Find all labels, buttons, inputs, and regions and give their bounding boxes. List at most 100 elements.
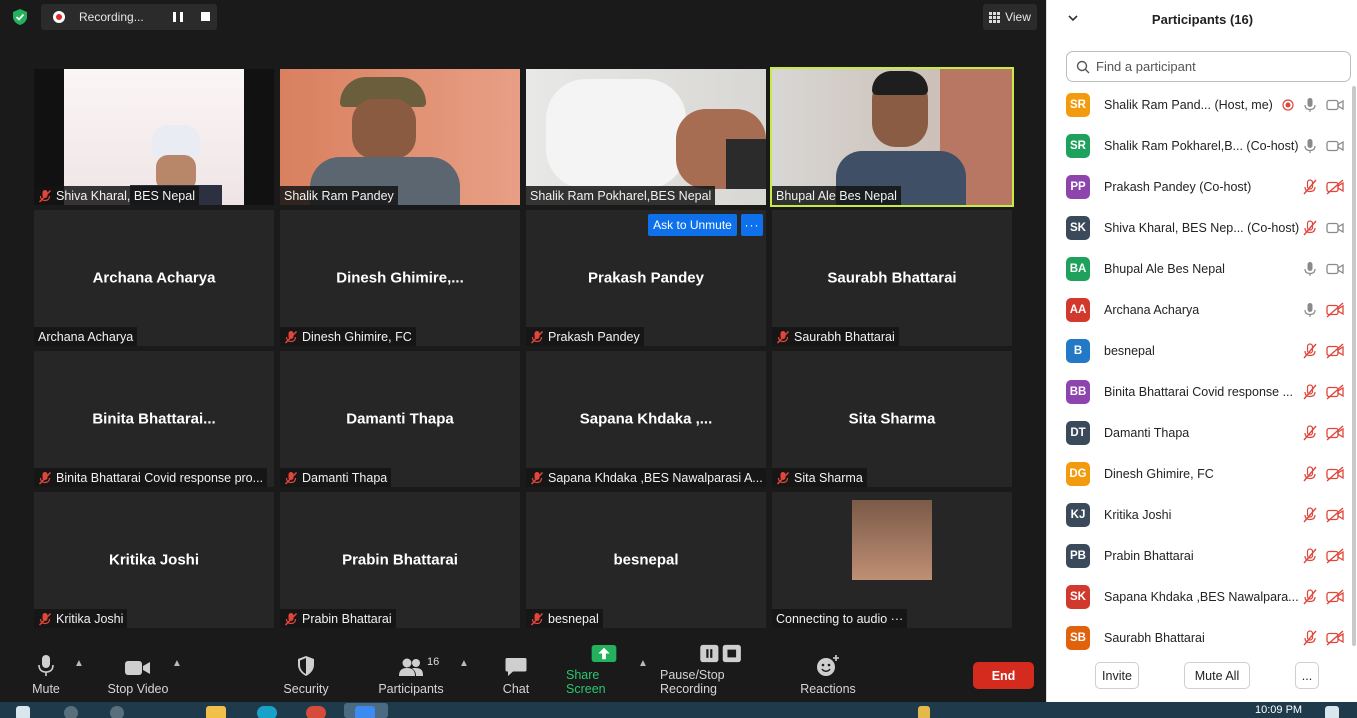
microphone-muted-icon[interactable] bbox=[1302, 343, 1318, 359]
video-tile[interactable]: Shiva Kharal, BES Nepal bbox=[34, 69, 274, 205]
participant-row[interactable]: KJ Kritika Joshi bbox=[1047, 494, 1357, 535]
edge-browser-icon[interactable] bbox=[257, 706, 277, 718]
recording-status-icon[interactable] bbox=[1282, 99, 1294, 111]
participant-row[interactable]: SR Shalik Ram Pokharel,B... (Co-host) bbox=[1047, 125, 1357, 166]
video-options-caret-icon[interactable]: ▲ bbox=[172, 658, 182, 669]
video-camera-icon[interactable] bbox=[1326, 220, 1344, 236]
microphone-muted-icon[interactable] bbox=[1302, 548, 1318, 564]
tile-participant-name: Saurabh Bhattarai bbox=[827, 269, 957, 287]
search-taskbar-icon[interactable] bbox=[64, 706, 78, 718]
video-off-icon[interactable] bbox=[1326, 589, 1344, 605]
video-tile[interactable]: Archana Acharya Archana Acharya bbox=[34, 210, 274, 346]
participant-video-frame bbox=[852, 500, 932, 580]
video-camera-icon[interactable] bbox=[1326, 97, 1344, 113]
participant-list-scrollbar[interactable] bbox=[1352, 86, 1356, 646]
participants-button[interactable]: Participants bbox=[378, 644, 444, 702]
microphone-muted-icon[interactable] bbox=[1302, 384, 1318, 400]
security-button[interactable]: Security bbox=[280, 644, 332, 702]
chat-button[interactable]: Chat bbox=[496, 644, 536, 702]
participant-row[interactable]: AA Archana Acharya bbox=[1047, 289, 1357, 330]
microphone-icon[interactable] bbox=[1302, 97, 1318, 113]
microphone-muted-icon[interactable] bbox=[1302, 589, 1318, 605]
file-explorer-icon[interactable] bbox=[206, 706, 226, 718]
video-tile[interactable]: Damanti Thapa Damanti Thapa bbox=[280, 351, 520, 487]
microphone-muted-icon[interactable] bbox=[1302, 220, 1318, 236]
microphone-icon[interactable] bbox=[1302, 302, 1318, 318]
participant-row[interactable]: SR Shalik Ram Pand... (Host, me) bbox=[1047, 84, 1357, 125]
video-tile[interactable]: Prabin Bhattarai Prabin Bhattarai bbox=[280, 492, 520, 628]
participant-row[interactable]: DG Dinesh Ghimire, FC bbox=[1047, 453, 1357, 494]
video-tile[interactable]: Sapana Khdaka ,... Sapana Khdaka ,BES Naw… bbox=[526, 351, 766, 487]
panel-more-button[interactable]: ... bbox=[1295, 662, 1319, 689]
share-options-caret-icon[interactable]: ▲ bbox=[638, 658, 648, 669]
microphone-muted-icon[interactable] bbox=[1302, 179, 1318, 195]
stop-video-button[interactable]: Stop Video bbox=[104, 644, 172, 702]
video-tile[interactable]: Shalik Ram Pokharel,BES Nepal bbox=[526, 69, 766, 205]
participant-name: Bhupal Ale Bes Nepal bbox=[1104, 261, 1225, 276]
mute-options-caret-icon[interactable]: ▲ bbox=[74, 658, 84, 669]
participant-row[interactable]: PB Prabin Bhattarai bbox=[1047, 535, 1357, 576]
microphone-muted-icon[interactable] bbox=[1302, 630, 1318, 646]
video-off-icon[interactable] bbox=[1326, 302, 1344, 318]
participant-search[interactable] bbox=[1066, 51, 1351, 82]
microphone-muted-icon[interactable] bbox=[1302, 507, 1318, 523]
participant-row[interactable]: DT Damanti Thapa bbox=[1047, 412, 1357, 453]
video-off-icon[interactable] bbox=[1326, 630, 1344, 646]
video-tile[interactable]: Dinesh Ghimire,... Dinesh Ghimire, FC bbox=[280, 210, 520, 346]
video-off-icon[interactable] bbox=[1326, 179, 1344, 195]
notification-icon[interactable] bbox=[1325, 706, 1339, 718]
video-tile[interactable]: Shalik Ram Pandey bbox=[280, 69, 520, 205]
view-button[interactable]: View bbox=[983, 4, 1037, 30]
mute-button[interactable]: Mute bbox=[22, 644, 70, 702]
video-tile[interactable]: Kritika Joshi Kritika Joshi bbox=[34, 492, 274, 628]
tray-weather-icon[interactable] bbox=[918, 706, 930, 718]
recording-label: Recording... bbox=[79, 10, 144, 24]
encryption-shield-icon[interactable] bbox=[11, 8, 29, 26]
pause-recording-icon[interactable] bbox=[173, 12, 183, 22]
video-off-icon[interactable] bbox=[1326, 425, 1344, 441]
participant-row[interactable]: BB Binita Bhattarai Covid response ... bbox=[1047, 371, 1357, 412]
pause-stop-recording-button[interactable]: Pause/Stop Recording bbox=[660, 644, 782, 702]
participant-row[interactable]: SB Saurabh Bhattarai bbox=[1047, 617, 1357, 656]
stop-recording-icon[interactable] bbox=[201, 12, 210, 21]
video-off-icon[interactable] bbox=[1326, 548, 1344, 564]
reactions-button[interactable]: Reactions bbox=[800, 644, 856, 702]
video-tile[interactable]: Bhupal Ale Bes Nepal bbox=[770, 67, 1014, 207]
video-camera-icon[interactable] bbox=[1326, 261, 1344, 277]
participant-row[interactable]: SK Sapana Khdaka ,BES Nawalpara... bbox=[1047, 576, 1357, 617]
avatar: SR bbox=[1066, 133, 1090, 158]
search-input[interactable] bbox=[1096, 59, 1336, 74]
participants-options-caret-icon[interactable]: ▲ bbox=[459, 658, 469, 669]
ask-to-unmute-button[interactable]: Ask to Unmute bbox=[648, 214, 737, 236]
microphone-muted-icon[interactable] bbox=[1302, 425, 1318, 441]
video-tile[interactable]: besnepal besnepal bbox=[526, 492, 766, 628]
video-tile[interactable]: Connecting to audio ··· bbox=[772, 492, 1012, 628]
tile-more-button[interactable]: ··· bbox=[741, 214, 763, 236]
windows-start-icon[interactable] bbox=[16, 706, 30, 718]
participant-row[interactable]: PP Prakash Pandey (Co-host) bbox=[1047, 166, 1357, 207]
mute-all-button[interactable]: Mute All bbox=[1184, 662, 1250, 689]
video-tile[interactable]: Binita Bhattarai... Binita Bhattarai Covi… bbox=[34, 351, 274, 487]
participant-row[interactable]: SK Shiva Kharal, BES Nep... (Co-host) bbox=[1047, 207, 1357, 248]
avatar: BA bbox=[1066, 256, 1090, 281]
cortana-icon[interactable] bbox=[110, 706, 124, 718]
microphone-icon[interactable] bbox=[1302, 138, 1318, 154]
participant-name: Prakash Pandey (Co-host) bbox=[1104, 179, 1252, 194]
video-off-icon[interactable] bbox=[1326, 343, 1344, 359]
microphone-muted-icon[interactable] bbox=[1302, 466, 1318, 482]
invite-button[interactable]: Invite bbox=[1095, 662, 1139, 689]
chat-bubble-icon bbox=[505, 658, 527, 676]
microphone-icon[interactable] bbox=[1302, 261, 1318, 277]
video-off-icon[interactable] bbox=[1326, 384, 1344, 400]
video-tile[interactable]: Sita Sharma Sita Sharma bbox=[772, 351, 1012, 487]
security-label: Security bbox=[283, 682, 329, 696]
chrome-browser-icon[interactable] bbox=[306, 706, 326, 718]
participant-row[interactable]: Bbesnepal bbox=[1047, 330, 1357, 371]
video-tile[interactable]: Saurabh Bhattarai Saurabh Bhattarai bbox=[772, 210, 1012, 346]
share-screen-button[interactable]: Share Screen bbox=[566, 644, 642, 702]
video-off-icon[interactable] bbox=[1326, 466, 1344, 482]
end-meeting-button[interactable]: End bbox=[973, 662, 1034, 689]
video-off-icon[interactable] bbox=[1326, 507, 1344, 523]
video-camera-icon[interactable] bbox=[1326, 138, 1344, 154]
participant-row[interactable]: BA Bhupal Ale Bes Nepal bbox=[1047, 248, 1357, 289]
